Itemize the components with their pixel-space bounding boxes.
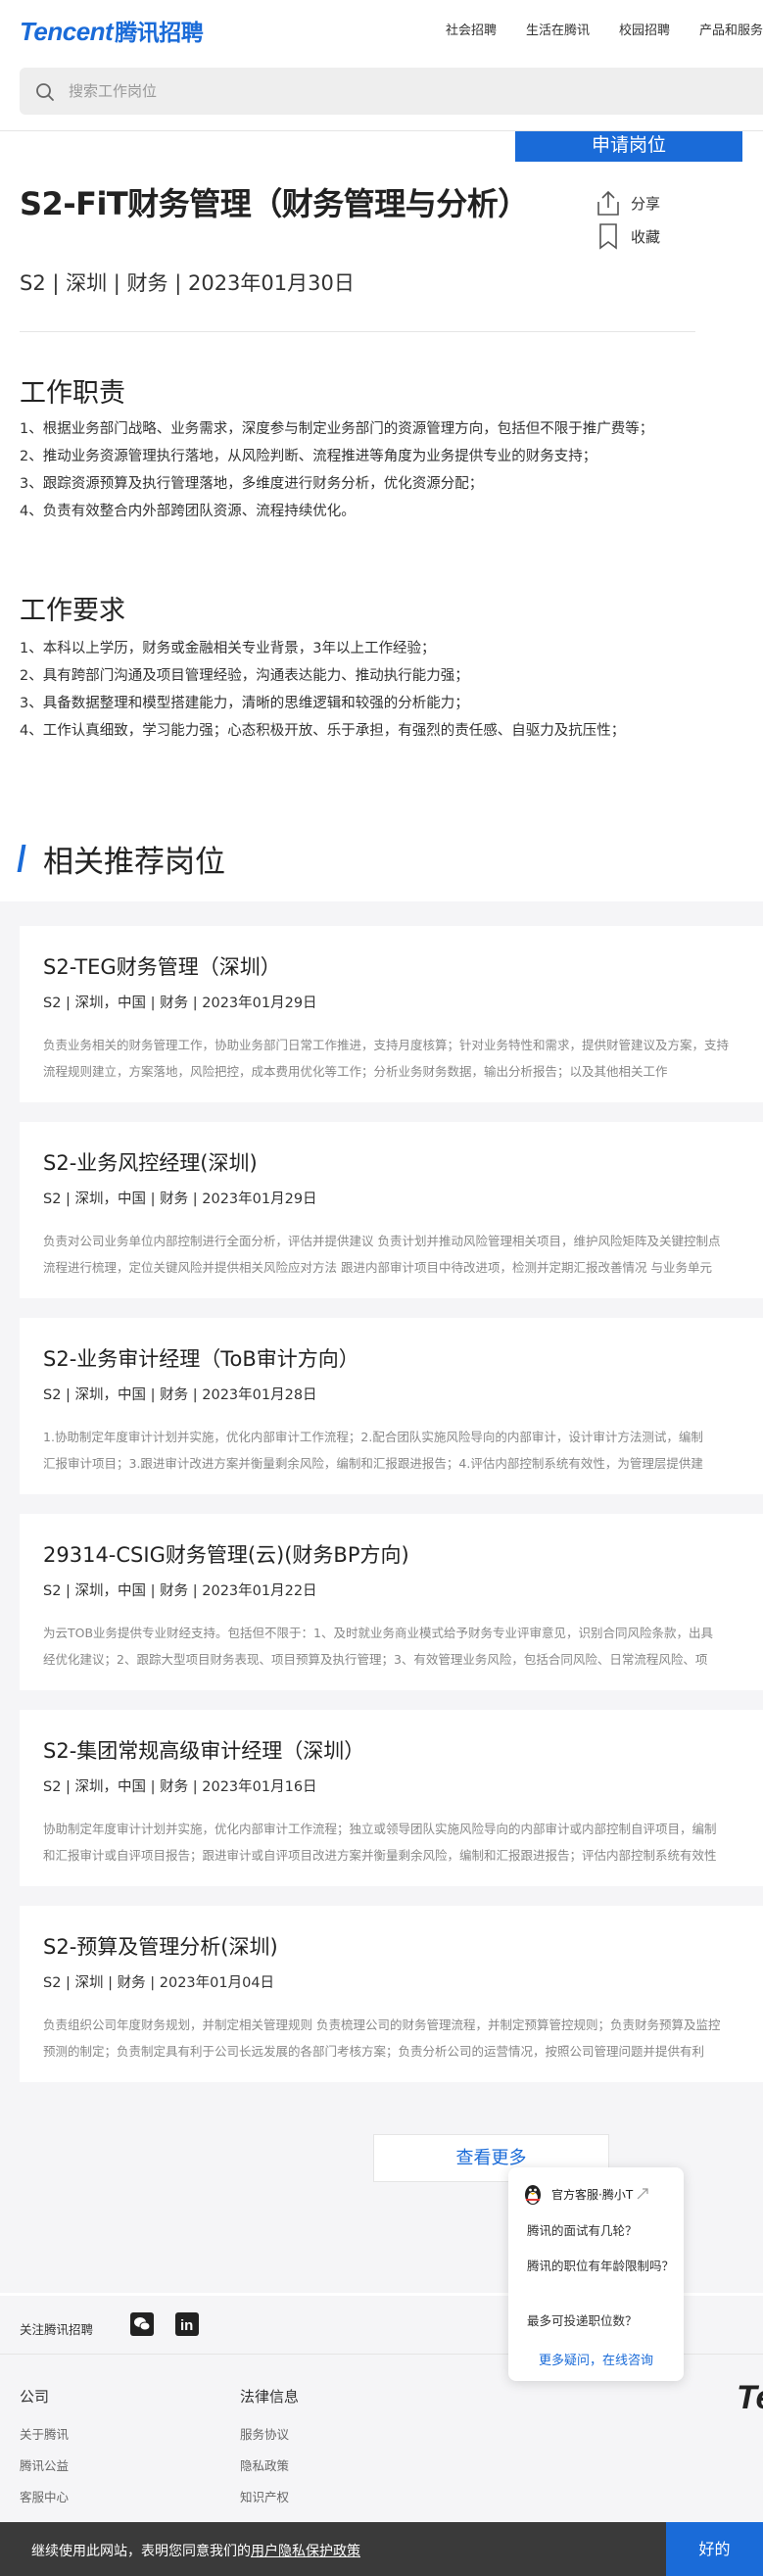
cookie-banner: 继续使用此网站，表明您同意我们的用户隐私保护政策 好的 — [0, 2522, 763, 2576]
search-icon — [36, 83, 54, 101]
chat-question[interactable]: 最多可投递职位数？ — [527, 2312, 674, 2330]
job-title: S2-FiT财务管理（财务管理与分析） — [20, 185, 529, 222]
related-job-card[interactable]: S2-业务风控经理(深圳) S2 | 深圳，中国 | 财务 | 2023年01月… — [20, 1122, 763, 1298]
requirement-item: 4、工作认真细致，学习能力强；心态积极开放、乐于承担，有强烈的责任感、自驱力及抗… — [20, 723, 626, 739]
search-bar — [20, 68, 763, 115]
requirements-title: 工作要求 — [20, 596, 125, 626]
nav-campus-recruit[interactable]: 校园招聘 — [619, 20, 670, 38]
requirements-list: 1、本科以上学历，财务或金融相关专业背景，3年以上工作经验； 2、具有跨部门沟通… — [20, 635, 676, 745]
follow-label: 关注腾讯招聘 — [20, 2322, 94, 2337]
related-title-accent — [17, 845, 26, 872]
card-meta: S2 | 深圳，中国 | 财务 | 2023年01月16日 — [43, 1779, 317, 1795]
penguin-avatar-icon — [520, 2181, 546, 2207]
card-meta: S2 | 深圳，中国 | 财务 | 2023年01月29日 — [43, 996, 317, 1011]
nav-life-at-tencent[interactable]: 生活在腾讯 — [526, 20, 590, 38]
card-description: 负责对公司业务单位内部控制进行全面分析，评估并提供建议 负责计划并推动风险管理相… — [43, 1234, 721, 1275]
card-description: 负责组织公司年度财务规划，并制定相关管理规则 负责梳理公司的财务管理流程，并制定… — [43, 2017, 721, 2059]
apply-button[interactable]: 申请岗位 — [515, 131, 742, 162]
linkedin-icon[interactable]: in — [175, 2312, 199, 2336]
nav-social-recruit[interactable]: 社会招聘 — [446, 20, 497, 38]
related-job-card[interactable]: S2-预算及管理分析(深圳) S2 | 深圳 | 财务 | 2023年01月04… — [20, 1906, 763, 2082]
privacy-policy-link[interactable]: 用户隐私保护政策 — [251, 2544, 360, 2559]
wechat-icon[interactable] — [130, 2312, 154, 2336]
chat-consult-link[interactable]: 更多疑问，在线咨询 — [508, 2350, 684, 2368]
share-button[interactable]: 分享 — [594, 188, 660, 218]
footer-link-privacy[interactable]: 隐私政策 — [240, 2455, 299, 2474]
card-description: 负责业务相关的财务管理工作，协助业务部门日常工作推进，支持月度核算；针对业务特性… — [43, 1038, 730, 1079]
card-title[interactable]: S2-业务审计经理（ToB审计方向） — [43, 1343, 359, 1373]
related-title: 相关推荐岗位 — [43, 845, 225, 880]
requirement-item: 1、本科以上学历，财务或金融相关专业背景，3年以上工作经验； — [20, 641, 436, 656]
related-job-card[interactable]: S2-业务审计经理（ToB审计方向） S2 | 深圳，中国 | 财务 | 202… — [20, 1318, 763, 1494]
footer-col-title: 法律信息 — [240, 2388, 300, 2406]
card-description: 为云TOB业务提供专业财经支持。包括但不限于：1、及时就业务商业模式给予财务专业… — [43, 1626, 714, 1667]
svg-text:in: in — [180, 2317, 193, 2334]
requirement-item: 2、具有跨部门沟通及项目管理经验，沟通表达能力、推动执行能力强； — [20, 668, 469, 684]
bookmark-icon — [599, 223, 617, 250]
card-meta: S2 | 深圳，中国 | 财务 | 2023年01月28日 — [43, 1387, 317, 1403]
main-nav: 社会招聘 生活在腾讯 校园招聘 产品和服务 — [446, 20, 763, 38]
card-meta: S2 | 深圳，中国 | 财务 | 2023年01月29日 — [43, 1191, 317, 1207]
favorite-button[interactable]: 收藏 — [594, 221, 660, 251]
card-title[interactable]: 29314-CSIG财务管理(云)(财务BP方向) — [43, 1539, 409, 1569]
card-title[interactable]: S2-集团常规高级审计经理（深圳） — [43, 1735, 364, 1765]
related-job-card[interactable]: S2-TEG财务管理（深圳） S2 | 深圳，中国 | 财务 | 2023年01… — [20, 926, 763, 1102]
card-meta: S2 | 深圳 | 财务 | 2023年01月04日 — [43, 1975, 275, 1991]
related-job-card[interactable]: S2-集团常规高级审计经理（深圳） S2 | 深圳，中国 | 财务 | 2023… — [20, 1710, 763, 1886]
favorite-label: 收藏 — [631, 227, 661, 246]
detail-divider — [20, 331, 695, 332]
card-meta: S2 | 深圳，中国 | 财务 | 2023年01月22日 — [43, 1583, 317, 1599]
footer-link-about[interactable]: 关于腾讯 — [20, 2424, 69, 2443]
duty-item: 2、推动业务资源管理执行落地，从风险判断、流程推进等角度为业务提供专业的财务支持… — [20, 449, 597, 464]
footer-company-column: 公司 关于腾讯 腾讯公益 客服中心 — [20, 2386, 69, 2518]
chat-question[interactable]: 腾讯的面试有几轮？ — [527, 2222, 674, 2240]
duty-item: 1、根据业务部门战略、业务需求，深度参与制定业务部门的资源管理方向，包括但不限于… — [20, 421, 654, 437]
footer-logo: Te — [737, 2379, 763, 2416]
duty-item: 3、跟踪资源预算及执行管理落地，多维度进行财务分析，优化资源分配； — [20, 476, 484, 492]
footer-link-charity[interactable]: 腾讯公益 — [20, 2455, 69, 2474]
footer-col-title: 公司 — [20, 2388, 50, 2406]
share-icon — [597, 190, 619, 216]
footer-link-ip[interactable]: 知识产权 — [240, 2487, 299, 2505]
related-job-card[interactable]: 29314-CSIG财务管理(云)(财务BP方向) S2 | 深圳，中国 | 财… — [20, 1514, 763, 1690]
cookie-text: 继续使用此网站，表明您同意我们的用户隐私保护政策 — [31, 2544, 360, 2559]
search-input[interactable] — [67, 68, 733, 115]
site-header: Tencent腾讯招聘 社会招聘 生活在腾讯 校园招聘 产品和服务 — [0, 0, 763, 59]
footer-legal-column: 法律信息 服务协议 隐私政策 知识产权 — [240, 2386, 299, 2518]
card-description: 1.协助制定年度审计计划并实施，优化内部审计工作流程；2.配合团队实施风险导向的… — [43, 1430, 703, 1471]
chat-collapse-icon[interactable] — [637, 2188, 648, 2200]
card-description: 协助制定年度审计计划并实施，优化内部审计工作流程；独立或领导团队实施风险导向的内… — [43, 1822, 717, 1863]
share-label: 分享 — [631, 194, 661, 213]
duties-title: 工作职责 — [20, 378, 125, 409]
nav-products[interactable]: 产品和服务 — [699, 20, 763, 38]
chat-title: 官方客服·腾小T — [551, 2187, 634, 2202]
requirement-item: 3、具备数据整理和模型搭建能力，清晰的思维逻辑和较强的分析能力； — [20, 696, 469, 711]
card-title[interactable]: S2-TEG财务管理（深圳） — [43, 951, 281, 981]
tencent-logo[interactable]: Tencent腾讯招聘 — [20, 14, 204, 47]
chat-header: 官方客服·腾小T — [520, 2181, 648, 2207]
duties-list: 1、根据业务部门战略、业务需求，深度参与制定业务部门的资源管理方向，包括但不限于… — [20, 415, 676, 525]
cookie-accept-button[interactable]: 好的 — [666, 2522, 763, 2576]
chat-question[interactable]: 腾讯的职位有年龄限制吗？ — [527, 2258, 674, 2275]
footer-link-terms[interactable]: 服务协议 — [240, 2424, 299, 2443]
job-meta: S2 | 深圳 | 财务 | 2023年01月30日 — [20, 271, 355, 295]
footer-link-service[interactable]: 客服中心 — [20, 2487, 69, 2505]
duty-item: 4、负责有效整合内外部跨团队资源、流程持续优化。 — [20, 504, 356, 519]
card-title[interactable]: S2-业务风控经理(深圳) — [43, 1147, 258, 1177]
card-title[interactable]: S2-预算及管理分析(深圳) — [43, 1931, 278, 1961]
chat-widget: 官方客服·腾小T 腾讯的面试有几轮？ 腾讯的职位有年龄限制吗？ 最多可投递职位数… — [508, 2167, 684, 2381]
